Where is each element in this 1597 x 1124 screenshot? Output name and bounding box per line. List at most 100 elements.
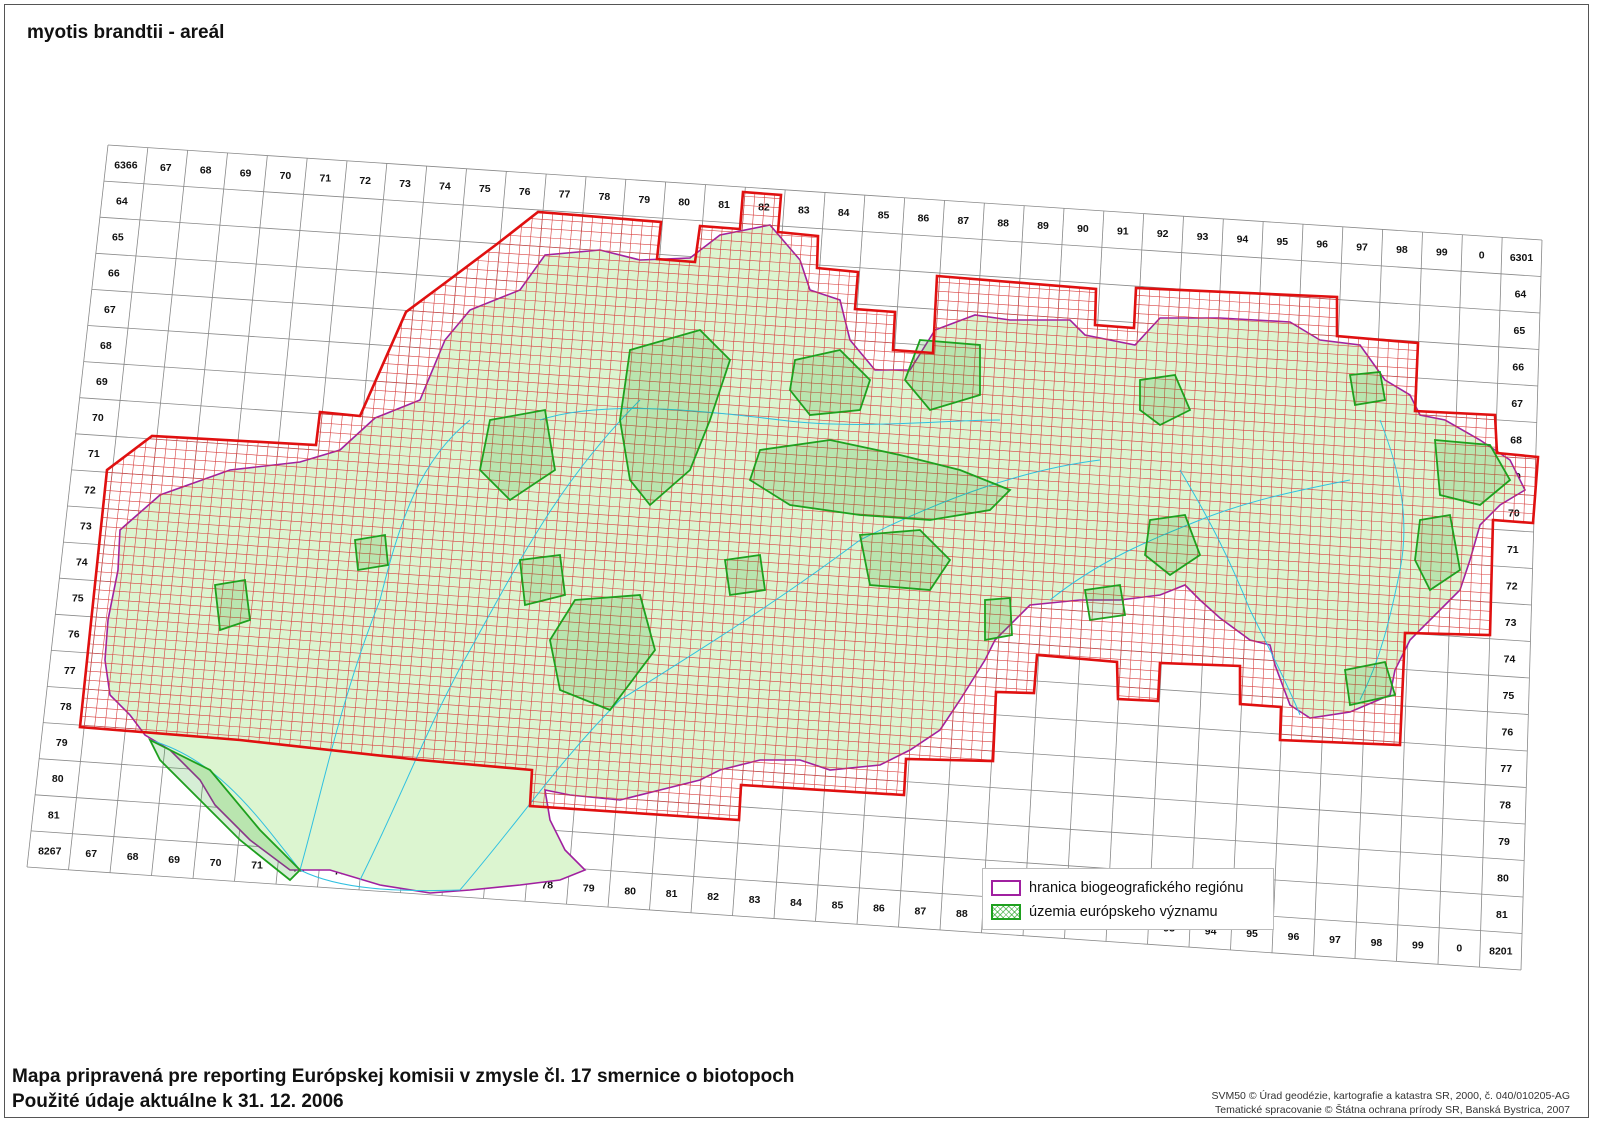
grid-label-top: 80 <box>678 196 690 208</box>
grid-label-left: 72 <box>84 484 96 496</box>
grid-label-top: 83 <box>798 204 810 216</box>
grid-label-top: 96 <box>1316 239 1328 251</box>
grid-label-right: 81 <box>1496 909 1508 921</box>
grid-label-bottom: 81 <box>666 888 678 900</box>
grid-label-bottom: 85 <box>832 900 844 912</box>
grid-label-top: 85 <box>878 210 890 222</box>
grid-row-line <box>26 866 1522 971</box>
grid-label-top: 70 <box>280 170 292 182</box>
grid-label-bottom: 68 <box>127 851 139 863</box>
grid-label-top: 73 <box>399 178 411 190</box>
grid-label-left: 68 <box>100 340 112 352</box>
grid-label-left: 66 <box>108 268 120 280</box>
legend-label: územia európskeho významu <box>1029 904 1218 920</box>
grid-label-top: 99 <box>1436 247 1448 259</box>
grid-label-right: 67 <box>1511 398 1523 410</box>
grid-label-top: 79 <box>638 194 650 206</box>
grid-label-right: 64 <box>1515 288 1527 300</box>
grid-label-left: 77 <box>64 665 76 677</box>
grid-label-bottom: 80 <box>624 885 636 897</box>
grid-label-right: 78 <box>1499 799 1511 811</box>
grid-label-top: 81 <box>718 199 730 211</box>
grid-label-right: 80 <box>1497 872 1509 884</box>
distribution-map: 6366 67 68 69 70 71 72 73 74 75 76 77 78 79 80 81 82 83 84… <box>26 144 1543 971</box>
grid-label-left: 79 <box>56 737 68 749</box>
grid-label-bottom: 88 <box>956 908 968 920</box>
grid-label-left: 80 <box>52 773 64 785</box>
credit-line: Tematické spracovanie © Štátna ochrana p… <box>1215 1104 1570 1116</box>
footer-date-note: Použité údaje aktuálne k 31. 12. 2006 <box>12 1091 344 1112</box>
grid-label-left: 74 <box>76 557 88 569</box>
grid-label-bottom: 83 <box>749 894 761 906</box>
grid-label-top: 98 <box>1396 244 1408 256</box>
grid-label-top: 91 <box>1117 225 1129 237</box>
grid-label-top: 76 <box>519 186 531 198</box>
footer-note: Mapa pripravená pre reporting Európskej … <box>12 1066 795 1087</box>
grid-label-left: 64 <box>116 195 128 207</box>
grid-label-bottom: 69 <box>168 854 180 866</box>
grid-label-left: 73 <box>80 520 92 532</box>
grid-label-right: 71 <box>1507 544 1519 556</box>
site-polygon <box>984 597 1013 642</box>
grid-label-left: 69 <box>96 376 108 388</box>
credit-line: SVM50 © Úrad geodézie, kartografie a kat… <box>1211 1090 1570 1102</box>
grid-label-top: 95 <box>1276 236 1288 248</box>
grid-label-top: 67 <box>160 162 172 174</box>
grid-label-left: 65 <box>112 232 124 244</box>
grid-label-top: 93 <box>1197 231 1209 243</box>
grid-label-left: 78 <box>60 701 72 713</box>
site-polygon <box>1343 660 1397 707</box>
grid-label-top: 72 <box>359 175 371 187</box>
grid-label-top: 6366 <box>114 159 138 171</box>
grid-label-top: 71 <box>319 173 331 185</box>
grid-label-bottom: 8267 <box>38 845 62 857</box>
grid-label-right: 76 <box>1502 726 1514 738</box>
grid-label-top: 89 <box>1037 220 1049 232</box>
grid-label-top: 84 <box>838 207 850 219</box>
grid-label-left: 71 <box>88 448 100 460</box>
grid-label-top: 68 <box>200 165 212 177</box>
grid-label-left: 67 <box>104 304 116 316</box>
grid-label-left: 81 <box>48 809 60 821</box>
legend-swatch-european-sites <box>991 904 1021 920</box>
grid-label-top: 87 <box>957 215 969 227</box>
grid-label-right: 68 <box>1510 434 1522 446</box>
grid-label-top: 90 <box>1077 223 1089 235</box>
grid-label-bottom: 97 <box>1329 934 1341 946</box>
grid-label-bottom: 67 <box>85 848 97 860</box>
legend-item-european-sites: územia európskeho významu <box>991 902 1218 922</box>
grid-label-bottom: 82 <box>707 891 719 903</box>
grid-label-bottom: 99 <box>1412 940 1424 952</box>
legend-label: hranica biogeografického regiónu <box>1029 880 1244 896</box>
grid-label-bottom: 96 <box>1288 931 1300 943</box>
grid-label-top: 75 <box>479 183 491 195</box>
grid-label-bottom: 84 <box>790 897 802 909</box>
grid-label-top: 92 <box>1157 228 1169 240</box>
grid-label-top: 94 <box>1237 233 1249 245</box>
site-polygon <box>723 553 767 597</box>
site-polygon <box>354 533 389 572</box>
site-polygon <box>519 553 566 607</box>
grid-label-top: 74 <box>439 181 451 193</box>
grid-label-bottom: 0 <box>1456 942 1462 954</box>
grid-label-top: 69 <box>240 167 252 179</box>
grid-label-top: 78 <box>599 191 611 203</box>
grid-label-bottom: 70 <box>210 857 222 869</box>
grid-label-top: 6301 <box>1510 252 1534 264</box>
grid-row-line <box>107 144 1543 241</box>
grid-label-right: 65 <box>1514 325 1526 337</box>
grid-label-right: 66 <box>1512 361 1524 373</box>
grid-label-bottom: 71 <box>251 860 263 872</box>
grid-label-bottom: 8201 <box>1489 945 1513 957</box>
grid-label-right: 72 <box>1506 580 1518 592</box>
legend-swatch-region-boundary <box>991 880 1021 896</box>
site-polygon <box>214 578 251 632</box>
site-polygon <box>1083 583 1127 622</box>
grid-label-bottom: 87 <box>915 905 927 917</box>
grid-label-top: 88 <box>997 218 1009 230</box>
grid-label-top: 86 <box>918 212 930 224</box>
grid-row-line <box>103 180 1541 277</box>
grid-label-right: 75 <box>1503 690 1515 702</box>
map-legend: hranica biogeografického regiónu územia … <box>982 868 1274 930</box>
grid-label-bottom: 98 <box>1371 937 1383 949</box>
